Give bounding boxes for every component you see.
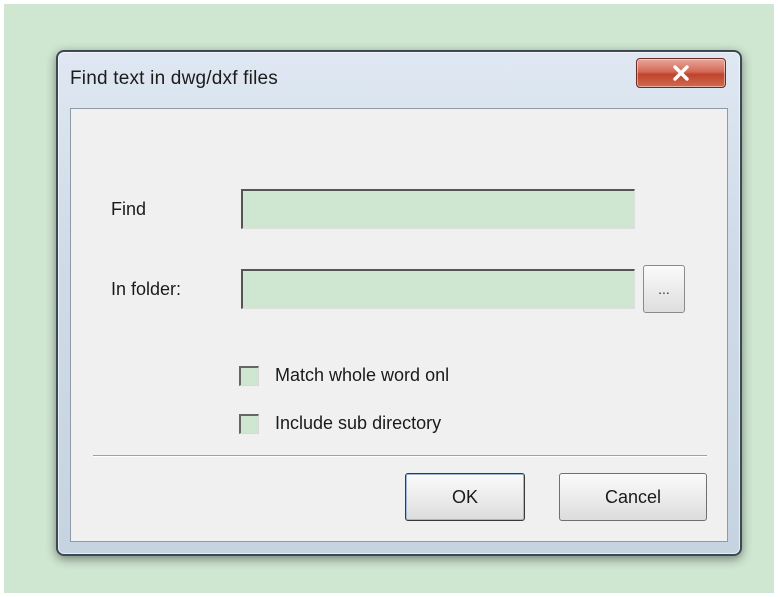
include-sub-directory-checkbox[interactable]	[239, 413, 259, 434]
dialog-client-area: Find In folder: ... Match whole word onl…	[70, 108, 728, 542]
include-sub-directory-option[interactable]: Include sub directory	[239, 413, 441, 434]
find-text-dialog: Find text in dwg/dxf files Find In folde…	[56, 50, 742, 556]
separator-line	[93, 455, 707, 457]
close-x-icon	[671, 64, 691, 82]
close-button[interactable]	[636, 58, 726, 88]
desktop-background: Find text in dwg/dxf files Find In folde…	[4, 4, 774, 593]
dialog-title: Find text in dwg/dxf files	[70, 68, 278, 89]
folder-input[interactable]	[241, 269, 635, 309]
match-whole-word-option[interactable]: Match whole word onl	[239, 365, 449, 386]
find-label: Find	[111, 199, 147, 219]
match-whole-word-label: Match whole word onl	[275, 365, 450, 385]
cancel-button[interactable]: Cancel	[559, 473, 707, 521]
browse-folder-button[interactable]: ...	[643, 265, 685, 313]
ok-button[interactable]: OK	[405, 473, 525, 521]
folder-label: In folder:	[111, 279, 182, 299]
match-whole-word-checkbox[interactable]	[239, 365, 259, 386]
include-sub-directory-label: Include sub directory	[275, 413, 442, 433]
find-input[interactable]	[241, 189, 635, 229]
